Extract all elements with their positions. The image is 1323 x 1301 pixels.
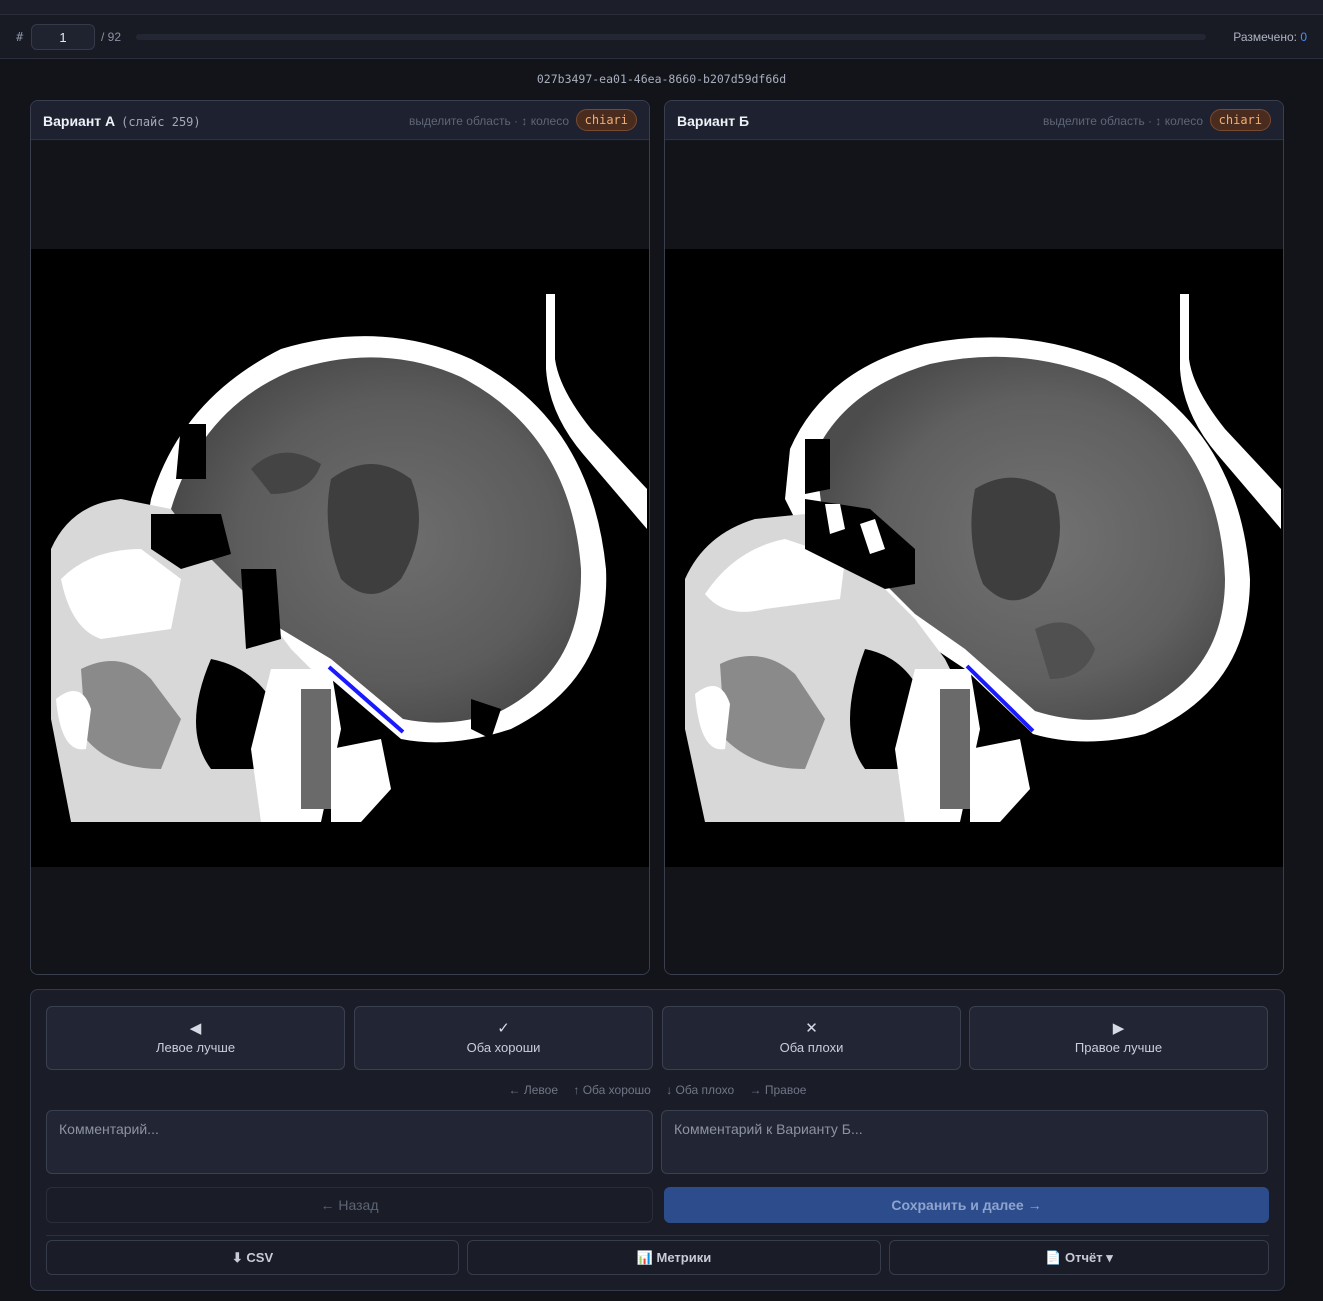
panel-hint: выделите область · ↕ колесо [1042,114,1203,128]
marked-counter: Размечено: 0 [1233,30,1307,44]
button-label: Оба плохи [779,1040,844,1055]
button-label: Оба хороши [466,1040,541,1055]
report-dropdown-button[interactable]: 📄 Отчёт ▾ [889,1240,1269,1275]
shortcut-both-bad: ↓ Оба плохо [666,1083,735,1097]
metrics-button[interactable]: 📊 Метрики [467,1240,881,1275]
check-icon: ✓ [497,1020,510,1037]
panel-hint: выделите область · ↕ колесо [408,114,569,128]
panel-title-text: Вариант А [43,113,116,129]
diagnosis-tag: chiari [575,109,637,131]
ct-scan-image[interactable] [31,249,649,867]
case-total: / 92 [101,30,122,44]
annotation-controls: ◀ Левое лучше ✓ Оба хороши ✕ Оба плохи ▶… [30,989,1285,1291]
right-better-button[interactable]: ▶ Правое лучше [969,1006,1268,1070]
slice-label: (слайс 259) [121,115,201,129]
both-bad-button[interactable]: ✕ Оба плохи [662,1006,961,1070]
case-index-input[interactable] [31,24,95,50]
ct-sagittal-image-a [31,249,649,867]
keyboard-shortcuts-hint: ← Левое ↑ Оба хорошо ↓ Оба плохо → Право… [31,1083,1284,1097]
shortcut-right: → Правое [749,1083,807,1097]
navigation-bar: # / 92 Размечено: 0 [0,15,1323,59]
left-better-button[interactable]: ◀ Левое лучше [46,1006,345,1070]
comment-a-field[interactable] [46,1110,653,1174]
panel-title-text: Вариант Б [677,113,750,129]
both-good-button[interactable]: ✓ Оба хороши [354,1006,653,1070]
divider [46,1235,1269,1236]
study-uid: 027b3497-ea01-46ea-8660-b207d59df66d [536,72,787,86]
triangle-right-icon: ▶ [1112,1020,1125,1037]
save-and-next-button[interactable]: Сохранить и далее → [664,1187,1269,1223]
marked-label: Размечено: [1233,30,1297,44]
shortcut-both-good: ↑ Оба хорошо [573,1083,651,1097]
comment-b-field[interactable] [661,1110,1268,1174]
back-button[interactable]: ← Назад [46,1187,653,1223]
shortcut-left: ← Левое [508,1083,559,1097]
panel-variant-b: Вариант Б выделите область · ↕ колесо ch… [664,100,1284,975]
button-label: Правое лучше [1074,1040,1163,1055]
csv-export-button[interactable]: ⬇ CSV [46,1240,459,1275]
ct-sagittal-image-b [665,249,1283,867]
top-strip [0,0,1323,15]
diagnosis-tag: chiari [1209,109,1271,131]
panel-variant-a: Вариант А (слайс 259) выделите область · … [30,100,650,975]
progress-bar [136,34,1206,40]
panel-title: Вариант А (слайс 259) [43,113,201,129]
button-label: Левое лучше [155,1040,236,1055]
image-viewer[interactable] [31,141,649,974]
image-viewer[interactable] [665,141,1283,974]
panel-header: Вариант А (слайс 259) выделите область · … [31,101,649,140]
marked-count: 0 [1300,30,1307,44]
panel-title: Вариант Б [677,113,755,129]
triangle-left-icon: ◀ [189,1020,202,1037]
close-icon: ✕ [805,1020,818,1037]
ct-scan-image[interactable] [665,249,1283,867]
panel-header: Вариант Б выделите область · ↕ колесо ch… [665,101,1283,140]
hash-label: # [16,30,24,44]
